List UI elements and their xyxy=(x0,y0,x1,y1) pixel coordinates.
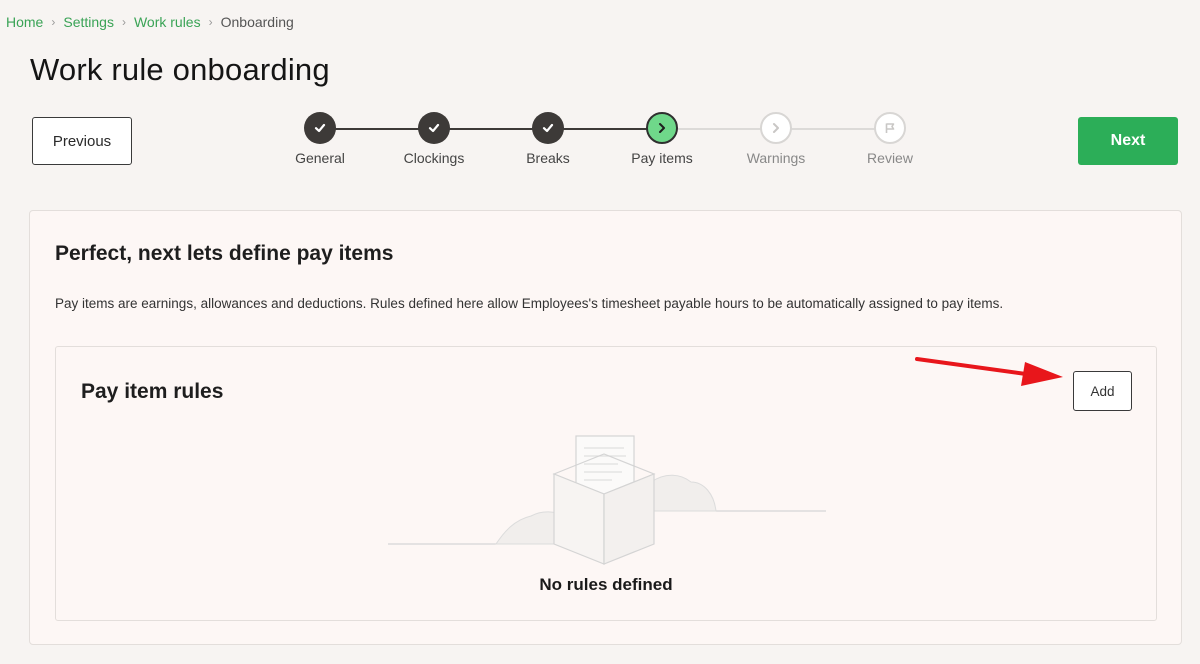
annotation-arrow-icon xyxy=(915,355,1065,395)
chevron-right-icon xyxy=(646,112,678,144)
step-review[interactable]: Review xyxy=(830,112,950,166)
step-label: Review xyxy=(867,150,913,166)
page-title: Work rule onboarding xyxy=(30,52,330,87)
onboarding-stepper: General Clockings Breaks Pay items Warni… xyxy=(0,112,1200,182)
check-icon xyxy=(304,112,336,144)
step-label: Warnings xyxy=(746,150,806,166)
step-warnings[interactable]: Warnings xyxy=(716,112,836,166)
breadcrumb-home[interactable]: Home xyxy=(6,14,43,30)
step-label: Breaks xyxy=(526,150,570,166)
check-icon xyxy=(418,112,450,144)
check-icon xyxy=(532,112,564,144)
flag-icon xyxy=(874,112,906,144)
breadcrumb-current: Onboarding xyxy=(220,14,294,30)
chevron-right-icon: › xyxy=(121,15,126,29)
chevron-right-icon: › xyxy=(51,15,56,29)
breadcrumb: Home › Settings › Work rules › Onboardin… xyxy=(6,12,294,32)
chevron-right-icon xyxy=(760,112,792,144)
empty-box-illustration xyxy=(386,432,826,572)
pay-items-card: Perfect, next lets define pay items Pay … xyxy=(29,210,1182,645)
empty-state-text: No rules defined xyxy=(539,575,673,594)
breadcrumb-settings[interactable]: Settings xyxy=(63,14,114,30)
step-label: Clockings xyxy=(403,150,465,166)
step-pay-items[interactable]: Pay items xyxy=(602,112,722,166)
pay-item-rules-title: Pay item rules xyxy=(81,380,224,403)
step-general[interactable]: General xyxy=(260,112,380,166)
add-button[interactable]: Add xyxy=(1073,371,1132,411)
chevron-right-icon: › xyxy=(208,15,213,29)
card-title: Perfect, next lets define pay items xyxy=(55,242,394,265)
breadcrumb-work-rules[interactable]: Work rules xyxy=(134,14,201,30)
step-label: Pay items xyxy=(631,150,693,166)
step-clockings[interactable]: Clockings xyxy=(374,112,494,166)
step-label: General xyxy=(295,150,345,166)
card-description: Pay items are earnings, allowances and d… xyxy=(55,296,1004,311)
step-breaks[interactable]: Breaks xyxy=(488,112,608,166)
